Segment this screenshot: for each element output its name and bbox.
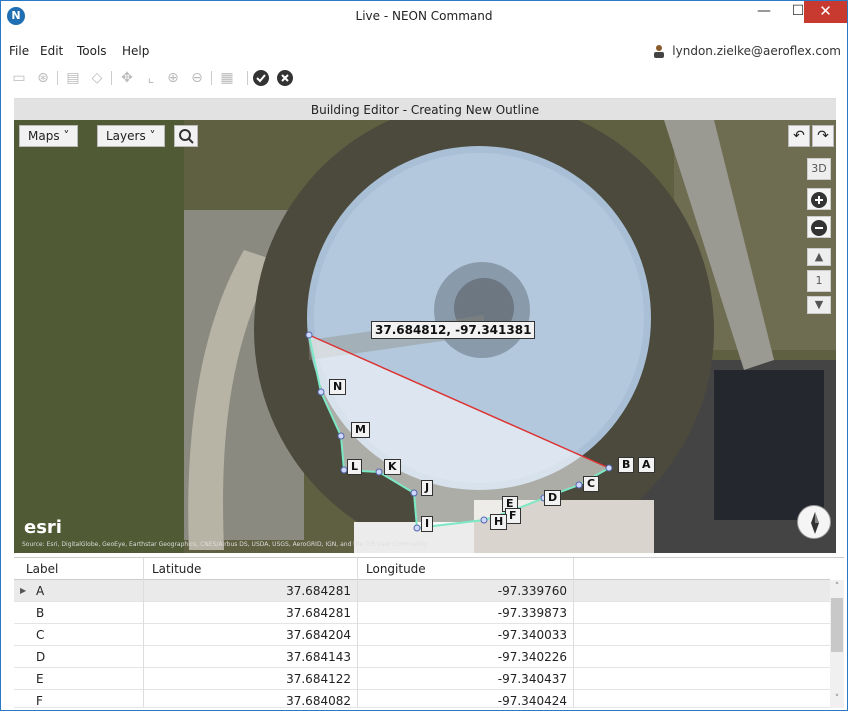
grid-header: Label Latitude Longitude <box>14 558 830 580</box>
search-icon <box>179 129 194 144</box>
esri-logo: esri <box>24 517 62 538</box>
cell-latitude: 37.684281 <box>144 580 358 602</box>
point-label-h: H <box>490 514 508 530</box>
maps-dropdown[interactable]: Maps ˅ <box>19 125 79 147</box>
move-icon[interactable]: ✥ <box>117 68 137 88</box>
point-label-j: J <box>421 480 434 496</box>
scroll-thumb[interactable] <box>831 598 843 652</box>
grid-icon[interactable]: ▦ <box>217 68 237 88</box>
zoom-in-icon[interactable]: ⊕ <box>163 68 183 88</box>
cell-label: E <box>14 668 144 690</box>
undo-button[interactable]: ↶ <box>788 125 810 147</box>
cell-label: D <box>14 646 144 668</box>
map-search-button[interactable] <box>174 125 198 147</box>
table-row[interactable]: C 37.684204 -97.340033 <box>14 624 830 646</box>
cell-longitude: -97.340437 <box>358 668 574 690</box>
toolbar-divider <box>211 71 212 85</box>
grid-scrollbar[interactable]: ˄ ˅ <box>830 580 844 708</box>
toolbar-divider <box>57 71 58 85</box>
menu-tools[interactable]: Tools <box>77 44 107 58</box>
compass-icon <box>811 512 819 534</box>
cell-label: B <box>14 602 144 624</box>
toolbar-divider <box>111 71 112 85</box>
column-header-latitude[interactable]: Latitude <box>144 558 358 580</box>
column-header-label[interactable]: Label <box>14 558 144 580</box>
cell-latitude: 37.684082 <box>144 690 358 707</box>
menu-edit[interactable]: Edit <box>40 44 63 58</box>
point-label-c: C <box>583 476 600 492</box>
user-account[interactable]: lyndon.zielke@aeroflex.com <box>652 44 841 58</box>
coordinates-grid: Label Latitude Longitude ▶ A 37.684281 -… <box>14 557 844 708</box>
close-button[interactable]: ✕ <box>804 1 847 23</box>
layers-icon[interactable]: ◇ <box>87 68 107 88</box>
zoom-out-icon[interactable]: ⊖ <box>187 68 207 88</box>
check-circle-icon <box>253 70 269 86</box>
x-circle-icon <box>277 70 293 86</box>
point-label-f: F <box>505 508 521 524</box>
cell-latitude: 37.684122 <box>144 668 358 690</box>
point-label-i: I <box>421 516 434 532</box>
table-row[interactable]: F 37.684082 -97.340424 <box>14 690 830 708</box>
plus-circle-icon <box>811 192 827 208</box>
cell-latitude: 37.684143 <box>144 646 358 668</box>
floor-down-button[interactable]: ▼ <box>807 296 831 314</box>
map-view[interactable]: Maps ˅ Layers ˅ ↶ ↷ 3D ▲ 1 ▼ 37.684812, … <box>14 120 836 553</box>
cell-longitude: -97.339873 <box>358 602 574 624</box>
cell-longitude: -97.340226 <box>358 646 574 668</box>
cancel-button[interactable] <box>275 68 295 88</box>
point-label-a: A <box>638 457 655 473</box>
building-icon[interactable]: ▤ <box>63 68 83 88</box>
menu-bar: File Edit Tools Help lyndon.zielke@aerof… <box>1 41 847 63</box>
cell-longitude: -97.340033 <box>358 624 574 646</box>
floor-up-button[interactable]: ▲ <box>807 248 831 266</box>
menu-help[interactable]: Help <box>122 44 149 58</box>
editor-header: Building Editor - Creating New Outline <box>14 98 836 120</box>
toolbar-divider <box>247 71 248 85</box>
point-label-k: K <box>384 459 401 475</box>
table-row[interactable]: D 37.684143 -97.340226 <box>14 646 830 668</box>
3d-toggle[interactable]: 3D <box>807 158 831 180</box>
point-label-m: M <box>351 422 370 438</box>
window-title: Live - NEON Command <box>355 9 493 23</box>
minimize-button[interactable]: — <box>747 1 781 23</box>
menu-file[interactable]: File <box>9 44 29 58</box>
user-email: lyndon.zielke@aeroflex.com <box>672 44 841 58</box>
cell-label: F <box>14 690 144 707</box>
globe-icon[interactable]: ⊛ <box>33 68 53 88</box>
toolbar: ▭ ⊛ ▤ ◇ ✥ ⌞ ⊕ ⊖ ▦ <box>1 65 847 93</box>
cell-longitude: -97.340424 <box>358 690 574 707</box>
cell-label: C <box>14 624 144 646</box>
cell-latitude: 37.684204 <box>144 624 358 646</box>
column-header-longitude[interactable]: Longitude <box>358 558 574 580</box>
zoom-in-button[interactable] <box>807 188 831 210</box>
app-window: N Live - NEON Command — ☐ ✕ File Edit To… <box>0 0 848 711</box>
table-row[interactable]: B 37.684281 -97.339873 <box>14 602 830 624</box>
minus-circle-icon <box>811 220 827 236</box>
cell-label: A <box>14 580 144 602</box>
cell-longitude: -97.339760 <box>358 580 574 602</box>
coordinate-readout: 37.684812, -97.341381 <box>371 321 536 339</box>
zoom-out-button[interactable] <box>807 216 831 238</box>
user-icon <box>654 45 665 58</box>
layers-dropdown[interactable]: Layers ˅ <box>97 125 165 147</box>
redo-button[interactable]: ↷ <box>812 125 834 147</box>
point-label-l: L <box>347 459 363 475</box>
select-icon[interactable]: ⌞ <box>141 68 161 88</box>
point-label-d: D <box>544 490 562 506</box>
title-bar: N Live - NEON Command — ☐ ✕ <box>1 1 847 31</box>
scroll-up-icon[interactable]: ˄ <box>830 580 844 594</box>
map-attribution: Source: Esri, DigitalGlobe, GeoEye, Eart… <box>22 541 428 548</box>
save-icon[interactable]: ▭ <box>9 68 29 88</box>
confirm-button[interactable] <box>251 68 271 88</box>
point-label-n: N <box>329 379 347 395</box>
table-row[interactable]: E 37.684122 -97.340437 <box>14 668 830 690</box>
point-label-b: B <box>618 457 635 473</box>
floor-number: 1 <box>807 270 831 292</box>
scroll-down-icon[interactable]: ˅ <box>830 692 844 706</box>
compass-button[interactable] <box>797 505 831 539</box>
table-row[interactable]: ▶ A 37.684281 -97.339760 <box>14 580 830 602</box>
cell-latitude: 37.684281 <box>144 602 358 624</box>
